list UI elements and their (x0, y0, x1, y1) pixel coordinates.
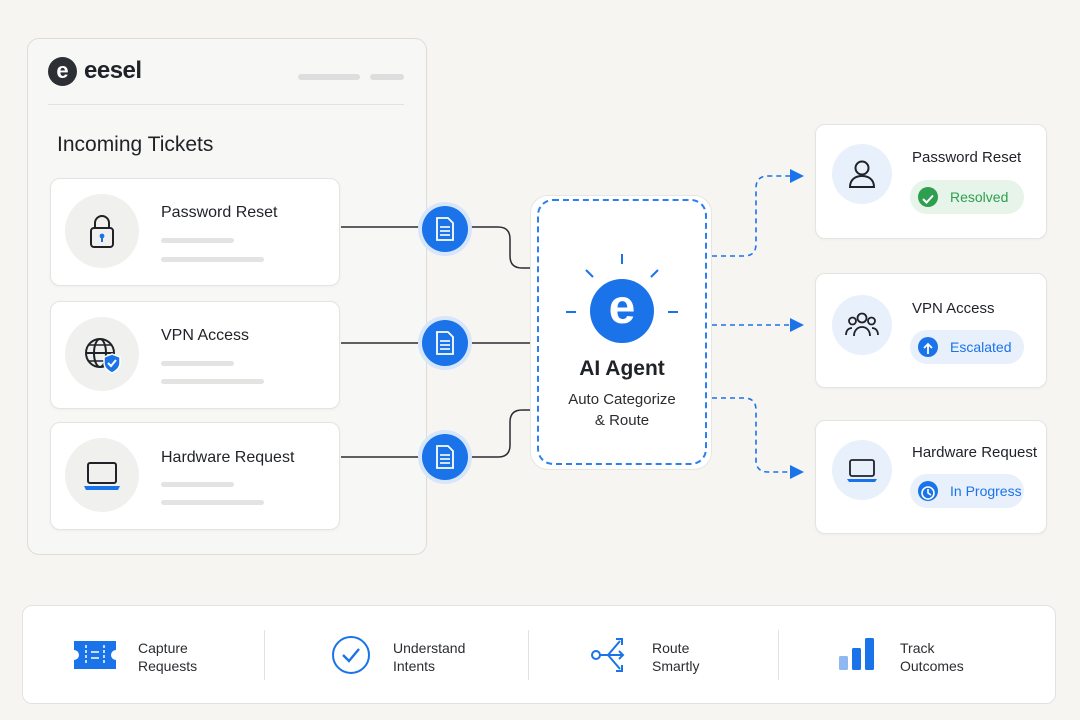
users-icon (832, 295, 892, 355)
route-icon (591, 638, 625, 672)
document-icon (422, 434, 468, 480)
document-icon (422, 206, 468, 252)
ai-agent-logo-icon: e (590, 279, 654, 343)
step-divider (264, 630, 265, 680)
ai-agent-title: AI Agent (579, 357, 665, 380)
status-badge-resolved: Resolved (910, 180, 1024, 214)
result-title: Password Reset (912, 149, 1022, 166)
result-title: VPN Access (912, 300, 995, 317)
step-understand-intents: Understand Intents (393, 640, 466, 674)
step-route-smartly: Route Smartly (652, 640, 700, 674)
user-icon (832, 144, 892, 204)
result-title: Hardware Request (912, 444, 1038, 461)
step-divider (778, 630, 779, 680)
step-track-outcomes: Track Outcomes (900, 640, 964, 674)
document-icon (422, 320, 468, 366)
check-icon (918, 187, 938, 207)
step-divider (528, 630, 529, 680)
status-badge-escalated: Escalated (910, 330, 1024, 364)
bar-chart-icon (839, 638, 874, 670)
clock-icon (918, 481, 938, 501)
ticket-icon (74, 641, 116, 669)
ai-agent-subtitle: Auto Categorize & Route (568, 391, 676, 429)
laptop-icon (832, 440, 892, 500)
check-circle-icon (332, 636, 370, 674)
step-capture-requests: Capture Requests (138, 640, 198, 674)
status-badge-in-progress: In Progress (910, 474, 1024, 508)
arrow-up-icon (918, 337, 938, 357)
